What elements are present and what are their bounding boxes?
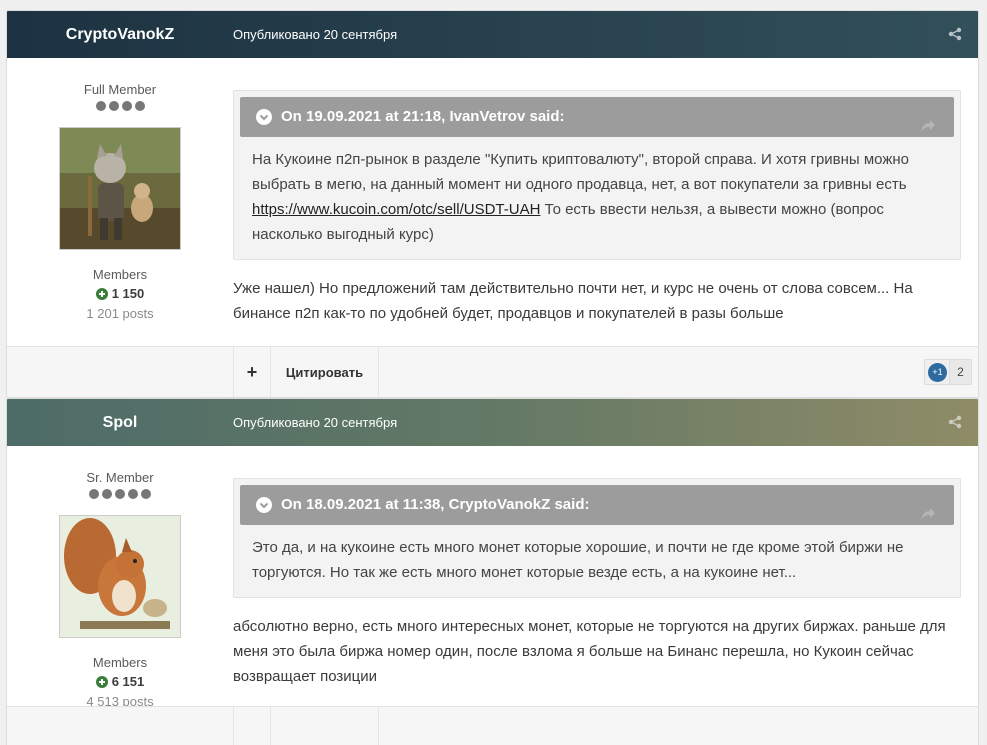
post-date[interactable]: Опубликовано 20 сентября	[233, 11, 397, 58]
quote-text: На Кукоине п2п-рынок в разделе "Купить к…	[240, 137, 954, 247]
post-date[interactable]: Опубликовано 20 сентября	[233, 399, 397, 446]
rank-pip	[115, 489, 125, 499]
reputation-value: 6 151	[111, 674, 145, 689]
rank-pip	[121, 101, 132, 111]
quote-text: Это да, и на кукоине есть много монет ко…	[252, 539, 904, 581]
post-content: On 19.09.2021 at 21:18, IvanVetrov said:…	[233, 58, 978, 326]
post-header: CryptoVanokZ Опубликовано 20 сентября	[7, 11, 978, 58]
chevron-down-icon[interactable]	[256, 109, 272, 125]
chevron-down-icon[interactable]	[256, 497, 272, 513]
share-arrow-icon[interactable]	[920, 109, 936, 132]
post-content: On 18.09.2021 at 11:38, CryptoVanokZ sai…	[233, 446, 978, 689]
rank-pip	[141, 489, 151, 499]
member-group: Members	[92, 267, 148, 282]
rank-pip	[108, 101, 119, 111]
post-footer	[7, 706, 978, 745]
rank-pip	[134, 101, 145, 111]
share-icon[interactable]	[948, 27, 962, 41]
quote-block: On 18.09.2021 at 11:38, CryptoVanokZ sai…	[233, 478, 961, 598]
post-body: абсолютно верно, есть много интересных м…	[233, 618, 946, 685]
avatar[interactable]	[59, 127, 181, 250]
multiquote-button[interactable]	[233, 707, 271, 745]
share-icon[interactable]	[948, 415, 962, 429]
quote-text-part: На Кукоине п2п-рынок в разделе "Купить к…	[252, 151, 910, 193]
member-rank: Sr. Member	[86, 470, 154, 485]
quote-header[interactable]: On 18.09.2021 at 11:38, CryptoVanokZ sai…	[240, 485, 954, 525]
post-footer: + Цитировать +1 2	[7, 346, 978, 397]
multiquote-button[interactable]: +	[233, 347, 271, 397]
author-pane: Full Member Members 1 150 1 201 posts	[7, 58, 233, 321]
rank-pip	[102, 489, 112, 499]
quote-button[interactable]: Цитировать	[271, 347, 379, 397]
quote-citation: On 19.09.2021 at 21:18, IvanVetrov said:	[281, 108, 565, 125]
share-arrow-icon[interactable]	[920, 497, 936, 520]
rank-pip	[128, 489, 138, 499]
rank-pip	[95, 101, 106, 111]
avatar[interactable]	[59, 515, 181, 638]
author-name-link[interactable]: CryptoVanokZ	[7, 11, 233, 58]
posts-count: 1 201 posts	[86, 306, 154, 321]
rank-pip	[89, 489, 99, 499]
plus-one-reaction-icon: +1	[928, 363, 947, 382]
quote-link[interactable]: https://www.kucoin.com/otc/sell/USDT-UAH	[252, 201, 540, 218]
reputation: 1 150	[7, 286, 233, 301]
post: Spol Опубликовано 20 сентября Sr. Member	[6, 398, 979, 745]
member-rank: Full Member	[83, 82, 157, 97]
reaction-count: 2	[949, 360, 971, 384]
post: CryptoVanokZ Опубликовано 20 сентября Fu…	[6, 10, 979, 398]
plus-circle-icon	[95, 675, 108, 688]
plus-circle-icon	[95, 287, 108, 300]
rank-pips	[7, 101, 233, 115]
post-body: Уже нашел) Но предложений там действител…	[233, 280, 913, 322]
author-pane: Sr. Member Members 6 151 4 513 posts	[7, 446, 233, 709]
quote-block: On 19.09.2021 at 21:18, IvanVetrov said:…	[233, 90, 961, 260]
rank-pips	[7, 489, 233, 503]
author-name-link[interactable]: Spol	[7, 399, 233, 446]
quote-citation: On 18.09.2021 at 11:38, CryptoVanokZ sai…	[281, 496, 590, 513]
quote-button[interactable]	[271, 707, 379, 745]
reaction-summary[interactable]: +1 2	[924, 359, 972, 385]
quote-header[interactable]: On 19.09.2021 at 21:18, IvanVetrov said:	[240, 97, 954, 137]
reputation: 6 151	[7, 674, 233, 689]
post-header: Spol Опубликовано 20 сентября	[7, 399, 978, 446]
member-group: Members	[92, 655, 148, 670]
reputation-value: 1 150	[111, 286, 145, 301]
